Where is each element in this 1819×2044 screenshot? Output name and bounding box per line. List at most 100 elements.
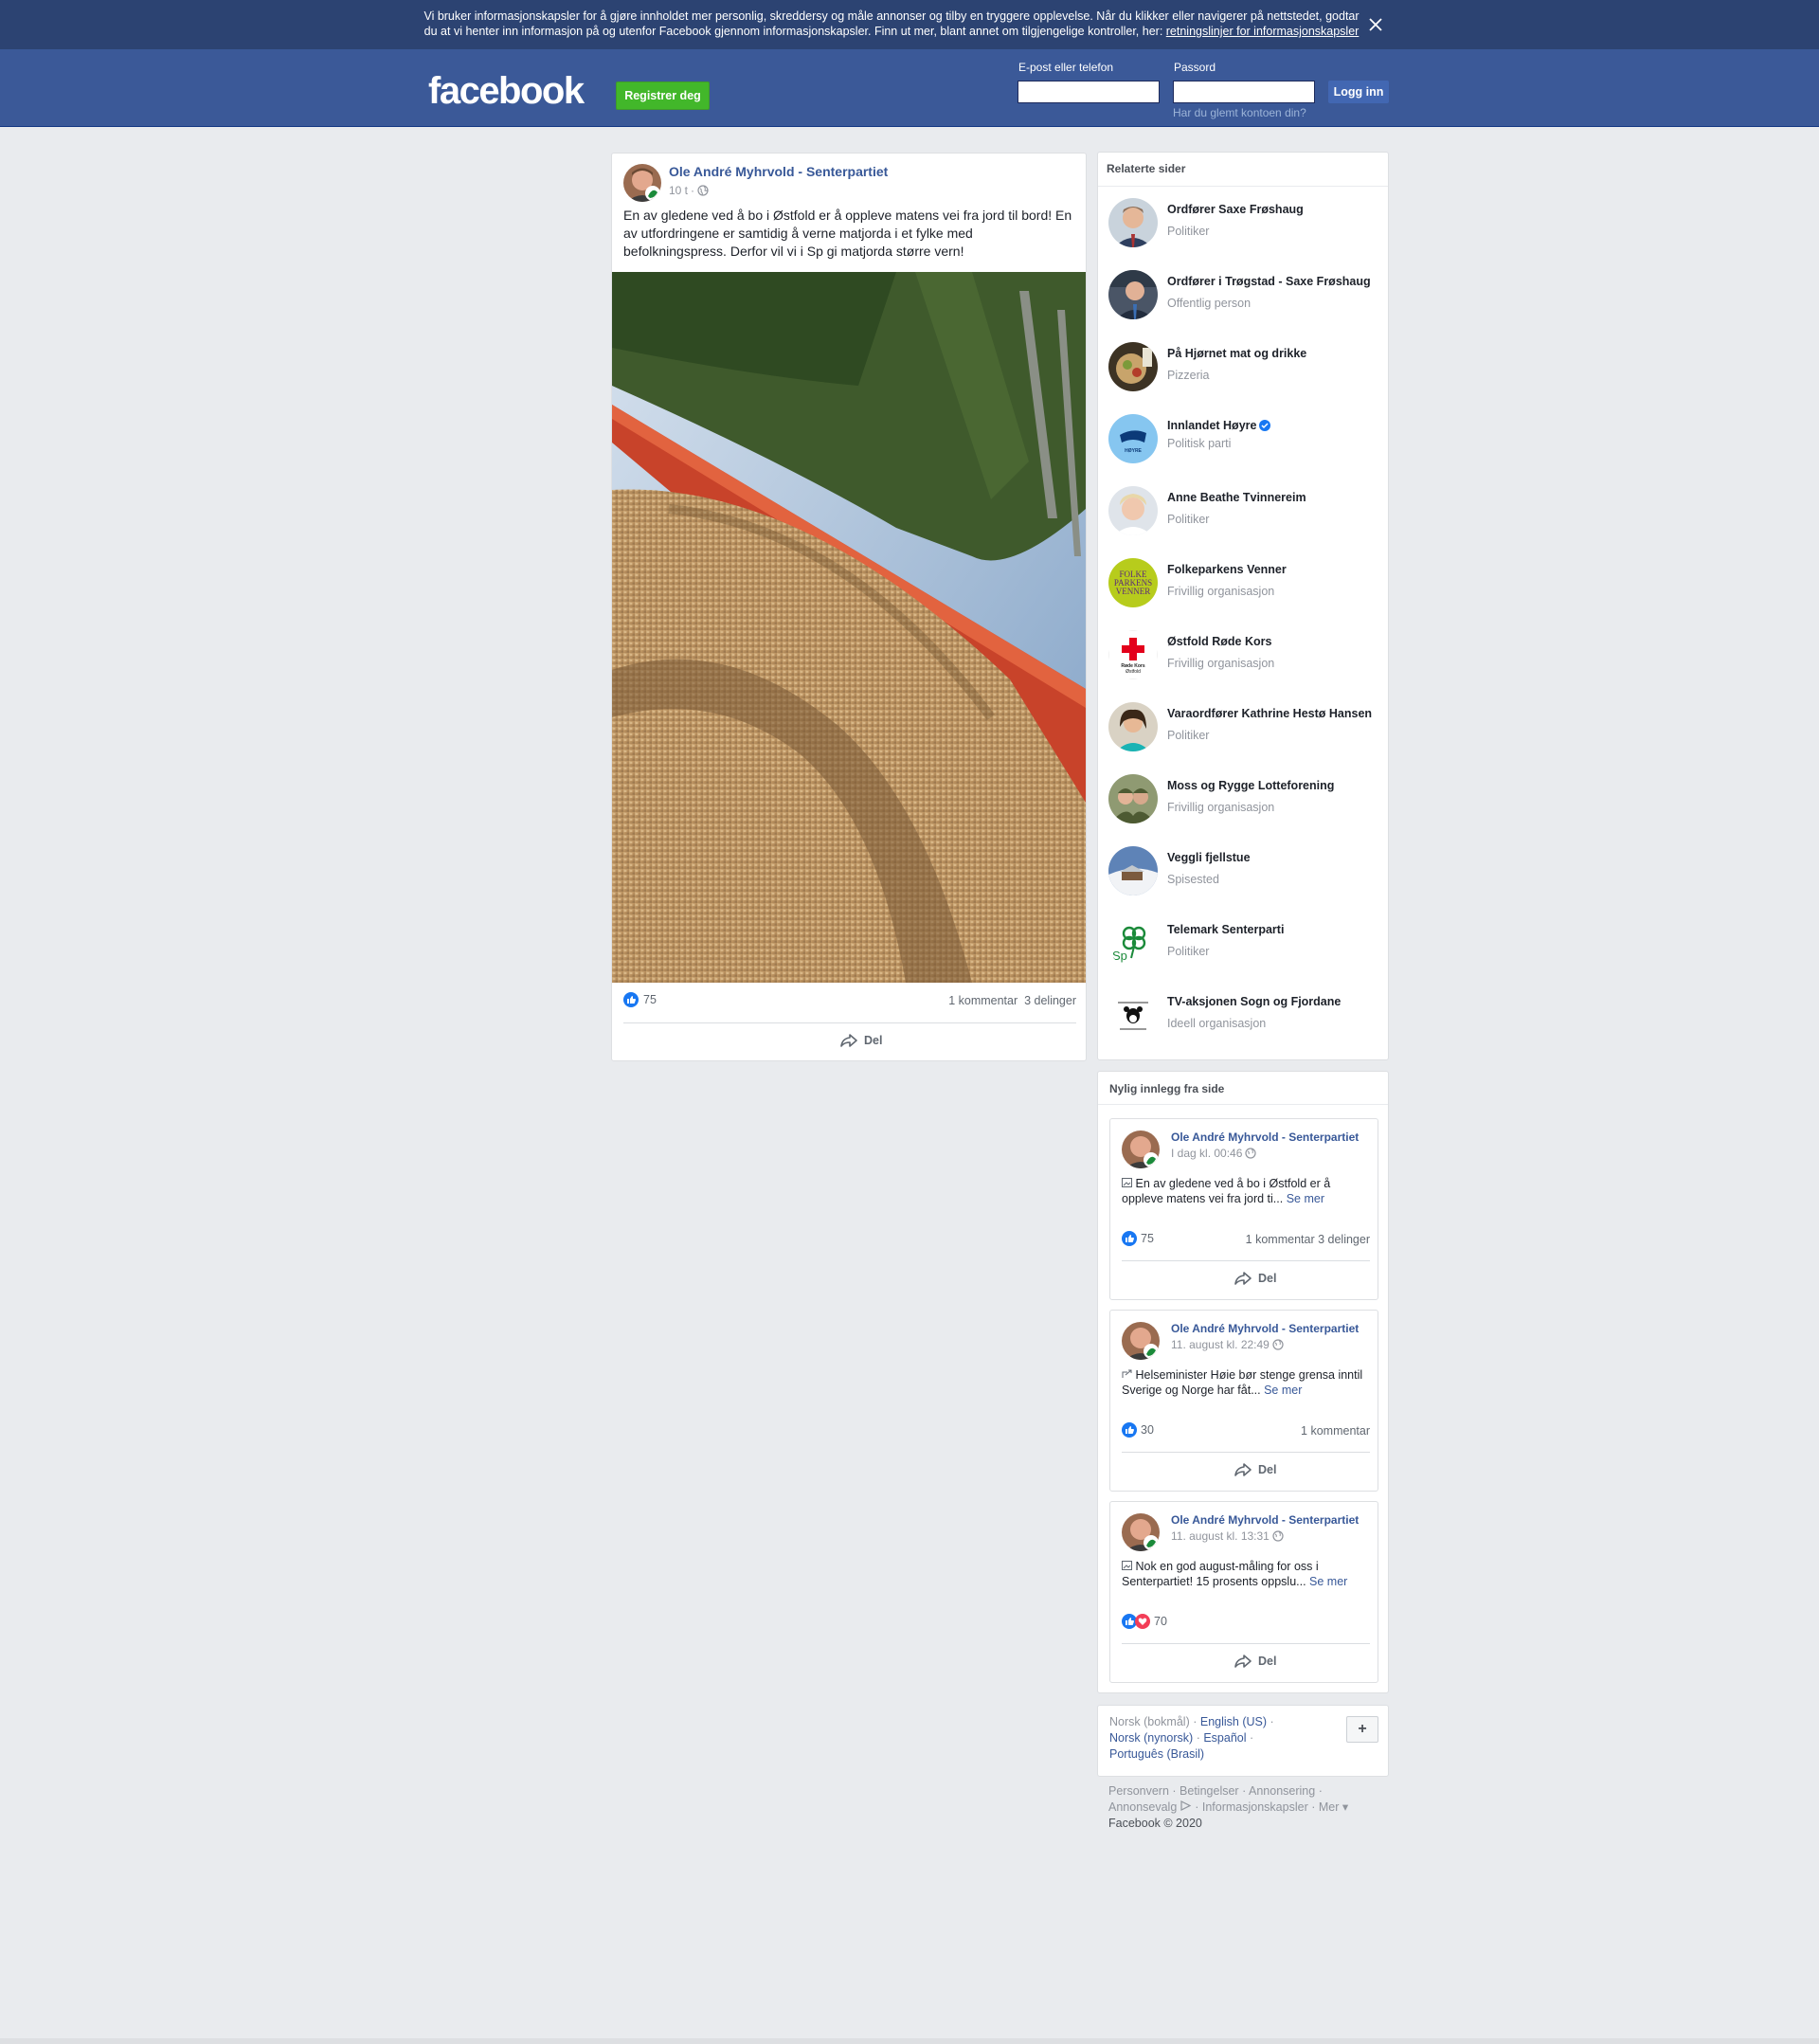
related-item[interactable]: Moss og Rygge Lotteforening Frivillig or… (1108, 765, 1383, 823)
share-button[interactable]: Del (1234, 1654, 1276, 1669)
share-button[interactable]: Del (1234, 1462, 1276, 1477)
page-name[interactable]: TV-aksjonen Sogn og Fjordane (1167, 995, 1383, 1008)
page-category: Frivillig organisasjon (1167, 585, 1275, 598)
privacy-link[interactable]: Personvern (1108, 1784, 1169, 1798)
facebook-logo[interactable]: facebook (428, 70, 585, 112)
page-name[interactable]: Varaordfører Kathrine Hestø Hansen (1167, 707, 1383, 720)
terms-link[interactable]: Betingelser (1180, 1784, 1239, 1798)
language-english[interactable]: English (US) (1200, 1715, 1267, 1728)
reactions[interactable]: 30 (1122, 1422, 1154, 1438)
page-avatar[interactable] (1108, 270, 1158, 319)
see-more-link[interactable]: Se mer (1287, 1192, 1324, 1205)
page-name[interactable]: Ordfører i Trøgstad - Saxe Frøshaug (1167, 275, 1383, 288)
page-name[interactable]: Moss og Rygge Lotteforening (1167, 779, 1383, 792)
recent-post-author[interactable]: Ole André Myhrvold - Senterpartiet (1171, 1322, 1359, 1335)
recent-post-date-text[interactable]: 11. august kl. 13:31 (1171, 1529, 1270, 1543)
related-item[interactable]: Veggli fjellstue Spisested (1108, 837, 1383, 895)
caret-down-icon[interactable]: ▾ (1342, 1800, 1348, 1814)
page-category: Spisested (1167, 873, 1219, 886)
share-count[interactable]: 3 delinger (1024, 994, 1076, 1007)
author-avatar[interactable] (1122, 1131, 1160, 1168)
more-link[interactable]: Mer (1319, 1800, 1340, 1814)
related-item[interactable]: Anne Beathe Tvinnereim Politiker (1108, 477, 1383, 535)
related-item[interactable]: På Hjørnet mat og drikke Pizzeria (1108, 333, 1383, 391)
reactions[interactable]: 70 (1122, 1614, 1167, 1629)
post-time[interactable]: 10 t (669, 184, 688, 197)
page-avatar[interactable] (1108, 990, 1158, 1040)
page-avatar[interactable]: Sp (1108, 918, 1158, 968)
related-item[interactable]: FOLKE PARKENS VENNER Folkeparkens Venner F… (1108, 549, 1383, 607)
page-avatar[interactable] (1108, 774, 1158, 823)
page-avatar[interactable]: HØYRE (1108, 414, 1158, 463)
page-name[interactable]: Østfold Røde Kors (1167, 635, 1383, 648)
recent-post[interactable]: Ole André Myhrvold - Senterpartiet I dag… (1109, 1118, 1378, 1300)
language-selector: Norsk (bokmål) · English (US) · Norsk (n… (1097, 1705, 1389, 1777)
close-icon[interactable] (1363, 12, 1388, 37)
advertising-link[interactable]: Annonsering (1249, 1784, 1315, 1798)
divider (1122, 1643, 1370, 1644)
page-avatar[interactable] (1108, 342, 1158, 391)
language-line: Português (Brasil) (1109, 1747, 1204, 1761)
language-nynorsk[interactable]: Norsk (nynorsk) (1109, 1731, 1193, 1745)
recent-post-date-text[interactable]: I dag kl. 00:46 (1171, 1147, 1242, 1160)
author-avatar[interactable] (1122, 1513, 1160, 1551)
related-item[interactable]: TV-aksjonen Sogn og Fjordane Ideell orga… (1108, 981, 1383, 1040)
recent-post-text: Helseminister Høie bør stenge grensa inn… (1122, 1367, 1370, 1398)
related-item[interactable]: Sp Telemark Senterparti Politiker (1108, 909, 1383, 968)
author-avatar[interactable] (1122, 1322, 1160, 1360)
page-avatar[interactable] (1108, 702, 1158, 751)
ad-choices-link[interactable]: Annonsevalg (1108, 1800, 1177, 1814)
related-item[interactable]: Ordfører Saxe Frøshaug Politiker (1108, 189, 1383, 247)
reactions[interactable]: 75 (623, 992, 657, 1007)
related-item[interactable]: Varaordfører Kathrine Hestø Hansen Polit… (1108, 693, 1383, 751)
recent-post[interactable]: Ole André Myhrvold - Senterpartiet 11. a… (1109, 1501, 1378, 1683)
page-name[interactable]: På Hjørnet mat og drikke (1167, 347, 1383, 360)
page-avatar[interactable] (1108, 846, 1158, 895)
share-button[interactable]: Del (839, 1033, 882, 1048)
page-avatar[interactable]: Røde KorsØstfold (1108, 630, 1158, 679)
language-portugues[interactable]: Português (Brasil) (1109, 1747, 1204, 1761)
share-icon (1234, 1463, 1252, 1476)
page-name[interactable]: Innlandet Høyre (1167, 419, 1383, 432)
page-avatar[interactable] (1108, 198, 1158, 247)
page-name[interactable]: Veggli fjellstue (1167, 851, 1383, 864)
page-avatar[interactable] (1108, 486, 1158, 535)
page-name[interactable]: Ordfører Saxe Frøshaug (1167, 203, 1383, 216)
post-photo[interactable] (612, 272, 1086, 983)
forgot-account-link[interactable]: Har du glemt kontoen din? (1173, 106, 1306, 119)
page-avatar[interactable]: FOLKEPARKENSVENNER (1108, 558, 1158, 607)
related-item[interactable]: Ordfører i Trøgstad - Saxe Frøshaug Offe… (1108, 261, 1383, 319)
more-languages-button[interactable]: + (1346, 1716, 1378, 1743)
email-input[interactable] (1018, 81, 1160, 103)
comment-count[interactable]: 1 kommentar (1301, 1424, 1370, 1438)
comment-share-counts[interactable]: 1 kommentar 3 delinger (948, 994, 1076, 1007)
page-name-text[interactable]: Innlandet Høyre (1167, 419, 1256, 432)
see-more-link[interactable]: Se mer (1264, 1384, 1302, 1397)
recent-post-author[interactable]: Ole André Myhrvold - Senterpartiet (1171, 1513, 1359, 1527)
reactions[interactable]: 75 (1122, 1231, 1154, 1246)
page-name[interactable]: Anne Beathe Tvinnereim (1167, 491, 1383, 504)
login-button[interactable]: Logg inn (1328, 81, 1389, 103)
register-button[interactable]: Registrer deg (616, 81, 710, 110)
share-icon (1234, 1655, 1252, 1668)
page-name[interactable]: Telemark Senterparti (1167, 923, 1383, 936)
share-button[interactable]: Del (1234, 1271, 1276, 1286)
cookie-policy-link[interactable]: retningslinjer for informasjonskapsler (1166, 25, 1360, 38)
author-avatar[interactable] (623, 164, 661, 202)
related-item[interactable]: Røde Kors Østfold Østfold Røde Kors Frivi… (1108, 621, 1383, 679)
recent-post-date-text[interactable]: 11. august kl. 22:49 (1171, 1338, 1270, 1351)
comment-count[interactable]: 1 kommentar (948, 994, 1018, 1007)
post-author-link[interactable]: Ole André Myhrvold - Senterpartiet (669, 164, 888, 179)
recent-post[interactable]: Ole André Myhrvold - Senterpartiet 11. a… (1109, 1310, 1378, 1492)
cookies-link[interactable]: Informasjonskapsler (1202, 1800, 1308, 1814)
see-more-link[interactable]: Se mer (1309, 1575, 1347, 1588)
page-category: Frivillig organisasjon (1167, 801, 1275, 814)
recent-post-author[interactable]: Ole André Myhrvold - Senterpartiet (1171, 1131, 1359, 1144)
related-item[interactable]: HØYRE Innlandet Høyre Politisk parti (1108, 405, 1383, 463)
password-input[interactable] (1173, 81, 1315, 103)
page-category: Politiker (1167, 225, 1210, 238)
recent-post-text: Nok en god august-måling for oss i Sente… (1122, 1559, 1370, 1589)
comment-share-counts[interactable]: 1 kommentar 3 delinger (1246, 1233, 1370, 1246)
language-espanol[interactable]: Español (1203, 1731, 1246, 1745)
page-name[interactable]: Folkeparkens Venner (1167, 563, 1383, 576)
